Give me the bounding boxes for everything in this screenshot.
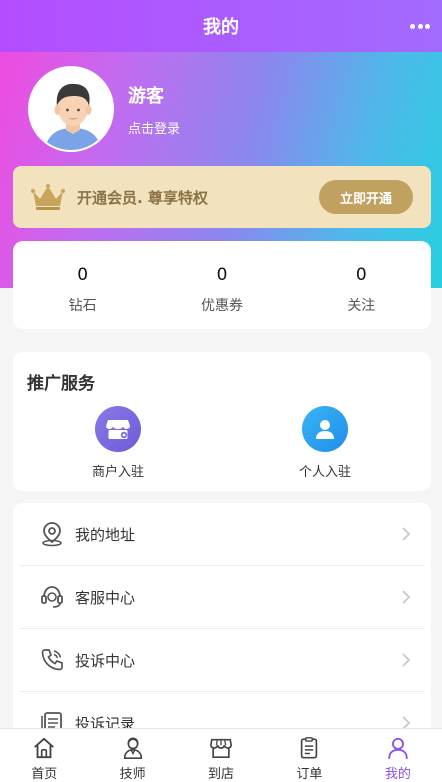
tab-label: 首页 bbox=[31, 767, 58, 782]
menu-item-label: 客服中心 bbox=[75, 588, 136, 607]
default-avatar-icon bbox=[30, 68, 112, 150]
technician-icon bbox=[123, 737, 142, 759]
store-icon bbox=[95, 406, 141, 452]
more-dot-icon bbox=[425, 23, 430, 29]
personal-join-button[interactable]: 个人入驻 bbox=[265, 406, 385, 480]
service-label: 商户入驻 bbox=[91, 465, 144, 480]
more-dot-icon bbox=[410, 23, 415, 29]
crown-icon bbox=[31, 184, 65, 210]
home-icon bbox=[34, 737, 55, 759]
order-icon bbox=[301, 737, 318, 759]
tab-technician[interactable]: 技师 bbox=[88, 729, 176, 782]
shop-icon bbox=[210, 738, 233, 759]
stat-value: 0 bbox=[355, 265, 367, 285]
stat-label: 关注 bbox=[347, 298, 376, 314]
service-label: 个人入驻 bbox=[298, 465, 351, 480]
user-icon bbox=[388, 737, 408, 760]
headset-icon bbox=[41, 586, 63, 608]
menu-item-customer-service[interactable]: 客服中心 bbox=[19, 566, 425, 629]
login-link[interactable]: 点击登录 bbox=[128, 118, 180, 137]
menu-item-label: 我的地址 bbox=[75, 525, 136, 544]
promotion-services-card: 推广服务 商户入驻 个人入驻 bbox=[13, 352, 431, 491]
menu-item-label: 投诉中心 bbox=[75, 651, 136, 670]
phone-icon bbox=[41, 649, 63, 671]
stat-label: 钻石 bbox=[68, 298, 97, 314]
stat-follows[interactable]: 0 关注 bbox=[292, 241, 431, 329]
stat-diamonds[interactable]: 0 钻石 bbox=[13, 241, 152, 329]
stats-card: 0 钻石 0 优惠券 0 关注 bbox=[13, 241, 431, 329]
section-title: 推广服务 bbox=[27, 374, 95, 394]
more-options-button[interactable] bbox=[410, 16, 430, 36]
tab-label: 订单 bbox=[296, 767, 323, 782]
menu-item-address[interactable]: 我的地址 bbox=[19, 503, 425, 566]
stat-value: 0 bbox=[216, 265, 228, 285]
tab-label: 到店 bbox=[208, 767, 235, 782]
tab-label: 我的 bbox=[384, 767, 411, 782]
top-navigation-bar: 我的 bbox=[0, 0, 442, 52]
tab-home[interactable]: 首页 bbox=[0, 729, 88, 782]
chevron-right-icon bbox=[402, 653, 411, 667]
person-icon bbox=[302, 406, 348, 452]
page-title: 我的 bbox=[203, 17, 239, 38]
vip-promo-text: 开通会员. 尊享特权 bbox=[77, 188, 208, 207]
stat-value: 0 bbox=[77, 265, 89, 285]
avatar[interactable] bbox=[28, 66, 114, 152]
stat-coupons[interactable]: 0 优惠券 bbox=[152, 241, 291, 329]
tab-orders[interactable]: 订单 bbox=[265, 729, 353, 782]
chevron-right-icon bbox=[402, 590, 411, 604]
tab-mine[interactable]: 我的 bbox=[354, 729, 442, 782]
location-icon bbox=[42, 522, 62, 547]
bottom-tab-bar: 首页 技师 到店 订单 我的 bbox=[0, 728, 442, 782]
tab-shop[interactable]: 到店 bbox=[177, 729, 265, 782]
chevron-right-icon bbox=[402, 527, 411, 541]
username: 游客 bbox=[128, 85, 164, 107]
menu-item-complaint-center[interactable]: 投诉中心 bbox=[19, 629, 425, 692]
merchant-join-button[interactable]: 商户入驻 bbox=[58, 406, 178, 480]
stat-label: 优惠券 bbox=[200, 298, 243, 314]
more-dot-icon bbox=[417, 23, 423, 29]
menu-list-card: 我的地址 客服中心 投诉中心 投诉记录 bbox=[13, 503, 431, 743]
tab-label: 技师 bbox=[119, 767, 146, 782]
vip-banner[interactable]: 开通会员. 尊享特权 立即开通 bbox=[13, 166, 431, 228]
open-vip-button[interactable]: 立即开通 bbox=[319, 180, 413, 214]
profile-block[interactable]: 游客 点击登录 bbox=[28, 66, 180, 152]
